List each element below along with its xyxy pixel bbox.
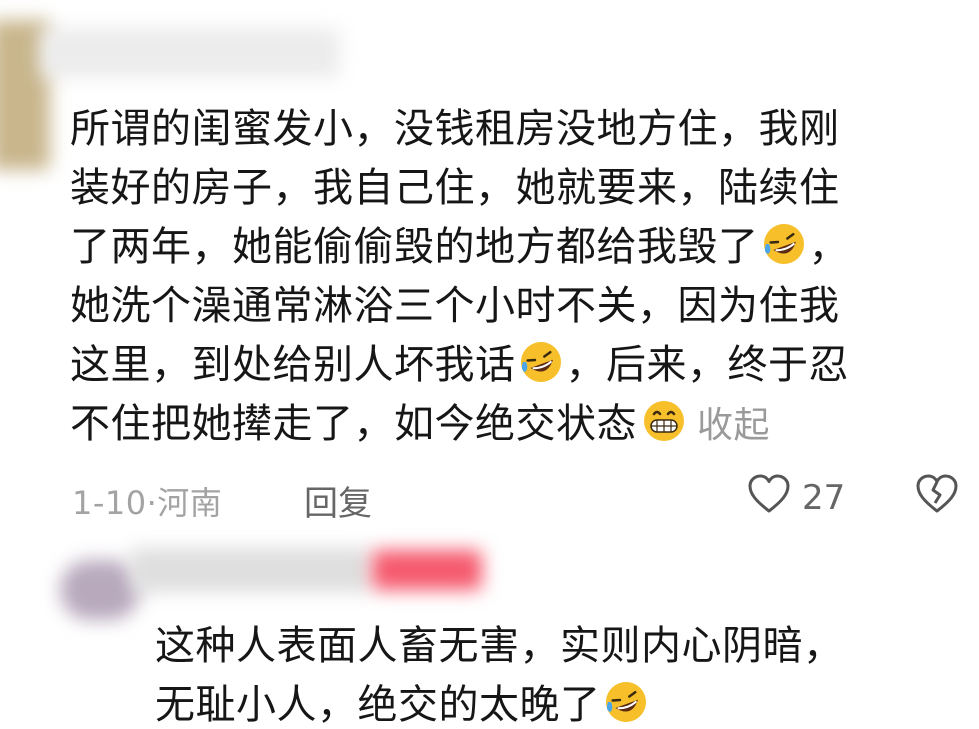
- blurred-username: [130, 548, 370, 592]
- comment-line: 这种人表面人畜无害，实则内心阴暗，: [155, 623, 844, 669]
- comment-line: 所谓的闺蜜发小，没钱租房没地方住，我刚: [70, 106, 840, 152]
- collapse-link[interactable]: 收起: [697, 405, 770, 446]
- comment-line-text: 不住把她撵走了，如今绝交状态: [70, 401, 637, 447]
- reply-body: 这种人表面人畜无害，实则内心阴暗， 无耻小人，绝交的太晚了: [155, 617, 844, 729]
- comment-thread: 所谓的闺蜜发小，没钱租房没地方住，我刚 装好的房子，我自己住，她就要来，陆续住 …: [0, 0, 979, 729]
- comment-line: 了两年，她能偷偷毁的地方都给我毁了 ，: [70, 218, 849, 277]
- comment-date-location: 1-10·河南: [72, 484, 223, 522]
- like-count: 27: [802, 478, 846, 518]
- grinning-face-icon: [639, 398, 689, 461]
- reply-button[interactable]: 回复: [304, 476, 372, 525]
- blurred-avatar: [60, 560, 140, 620]
- comment-line-text: 了两年，她能偷偷毁的地方都给我毁了: [70, 224, 759, 270]
- comment-line: 这里，到处给别人坏我话 ，后来，终于忍: [70, 336, 849, 395]
- comment-line: 她洗个澡通常淋浴三个小时不关，因为住我: [70, 283, 840, 329]
- comment-body: 所谓的闺蜜发小，没钱租房没地方住，我刚 装好的房子，我自己住，她就要来，陆续住 …: [70, 100, 849, 454]
- dislike-button[interactable]: [914, 472, 960, 524]
- like-button[interactable]: 27: [746, 472, 845, 524]
- comment-line-tail: ，后来，终于忍: [565, 342, 849, 388]
- broken-heart-icon: [914, 474, 960, 524]
- comment-line-text: 这里，到处给别人坏我话: [70, 342, 516, 388]
- comment-line-text: 无耻小人，绝交的太晚了: [155, 682, 601, 728]
- laughing-emoji-icon: [518, 339, 564, 402]
- comment-line: 不住把她撵走了，如今绝交状态 收起: [70, 395, 849, 454]
- comment-meta: 1-10·河南 回复 27: [72, 472, 962, 525]
- comment-line-tail: ，: [808, 224, 849, 270]
- comment-line: 无耻小人，绝交的太晚了: [155, 676, 844, 729]
- heart-icon: [746, 472, 792, 524]
- blurred-badge: [372, 550, 482, 590]
- laughing-emoji-icon: [761, 221, 807, 284]
- laughing-emoji-icon: [603, 679, 649, 729]
- blurred-username: [40, 28, 340, 78]
- comment-line: 装好的房子，我自己住，她就要来，陆续住: [70, 165, 840, 211]
